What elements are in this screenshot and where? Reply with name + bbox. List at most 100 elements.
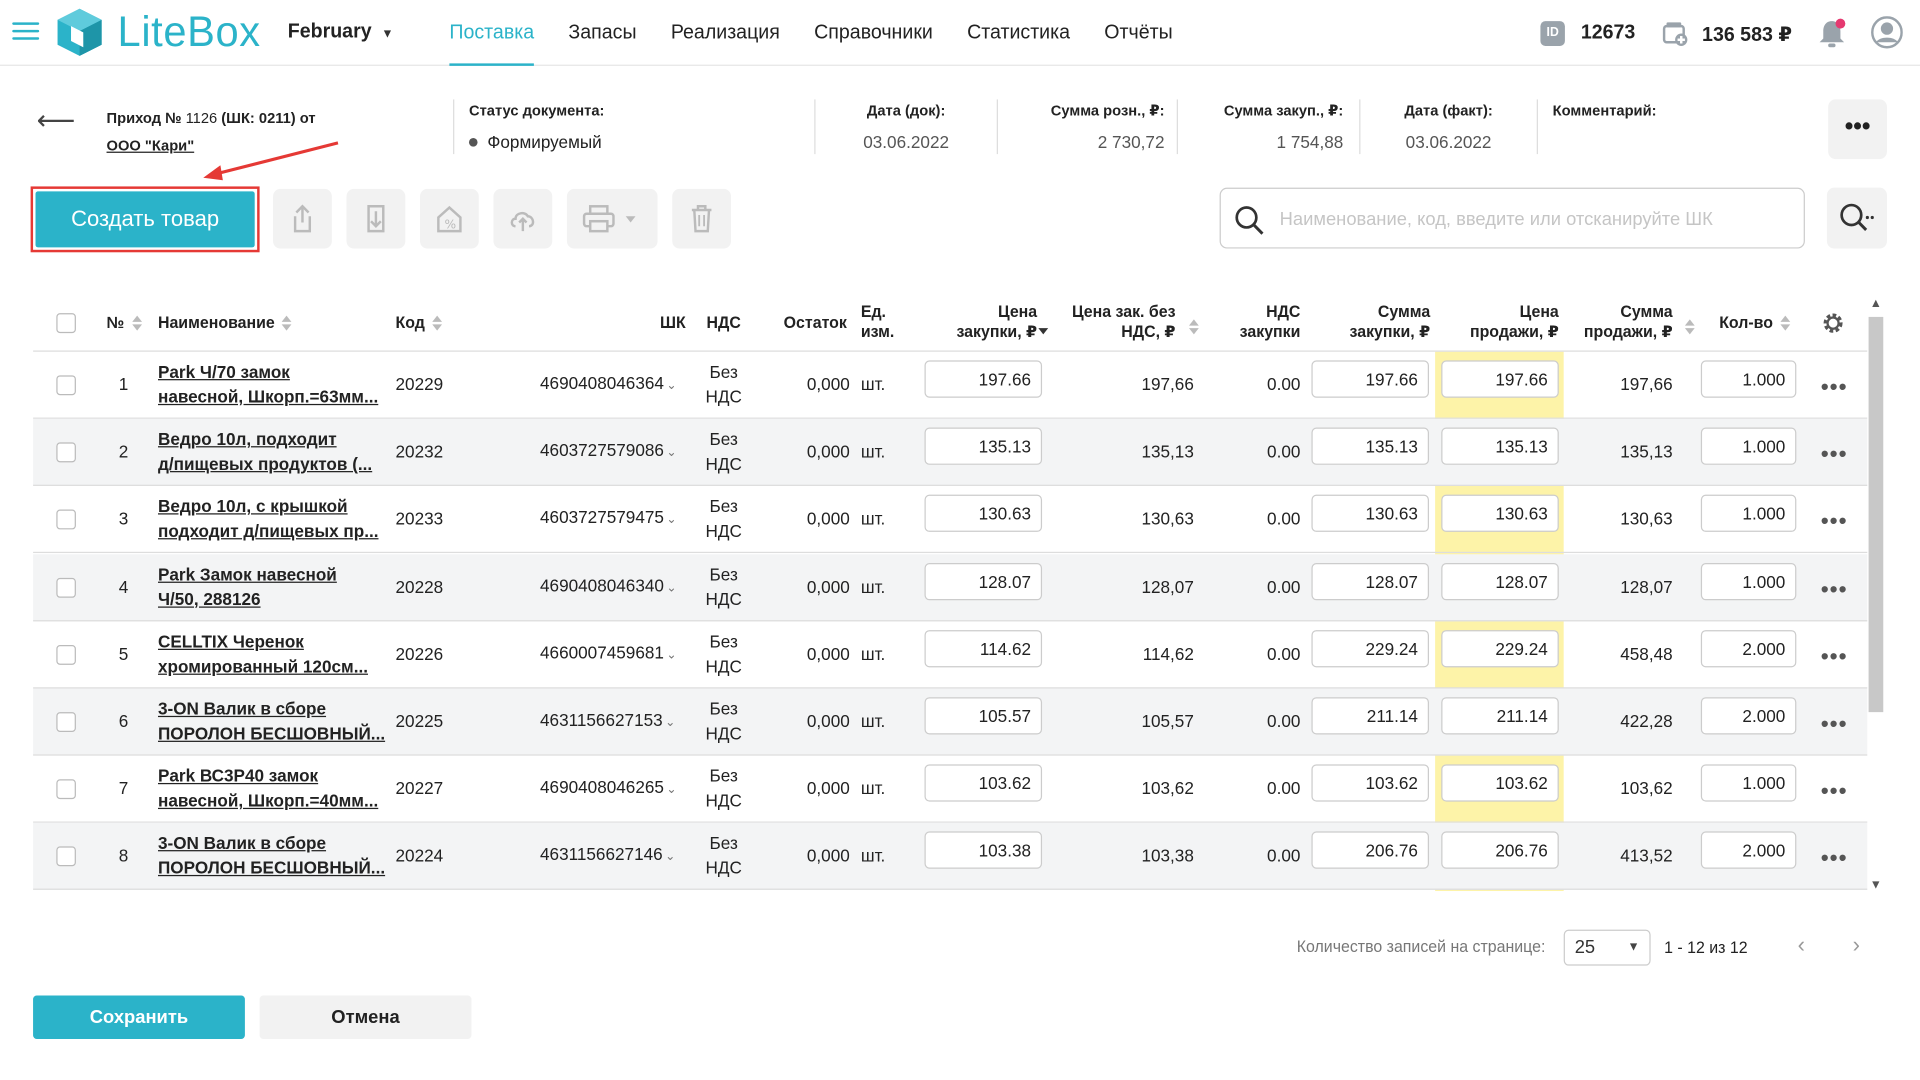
barcode-select[interactable]: 4690408046265 ⌄	[540, 777, 677, 797]
purchase-price-input[interactable]: 130.63	[924, 495, 1043, 533]
purchase-sum-input[interactable]: 206.76	[1311, 831, 1429, 870]
back-arrow-icon[interactable]: ⟵	[37, 104, 76, 136]
row-checkbox[interactable]	[56, 510, 76, 530]
print-button[interactable]	[566, 188, 658, 249]
product-name-link[interactable]: Park Ч/70 замок навесной, Шкорп.=63мм...	[158, 359, 391, 409]
delete-button[interactable]	[672, 188, 732, 249]
row-more-icon[interactable]: •••	[1821, 509, 1848, 535]
product-name-link[interactable]: Ведро 10л, подходит д/пищевых продуктов (…	[158, 427, 391, 477]
col-price-no-vat[interactable]: Цена зак. без НДС, ₽	[1059, 302, 1176, 342]
quantity-input[interactable]: 1.000	[1700, 360, 1797, 398]
supplier-link[interactable]: ООО "Кари"	[107, 137, 195, 154]
row-more-icon[interactable]: •••	[1821, 846, 1848, 872]
table-scrollbar[interactable]: ▲ ▼	[1867, 295, 1884, 895]
purchase-sum-input[interactable]: 130.63	[1311, 495, 1429, 533]
quantity-input[interactable]: 1.000	[1700, 427, 1797, 466]
user-avatar-icon[interactable]	[1871, 16, 1903, 49]
row-checkbox[interactable]	[56, 375, 76, 396]
product-name-link[interactable]: 3-ON Валик в сборе ПОРОЛОН БЕСШОВНЫЙ...	[158, 831, 391, 881]
product-name-link[interactable]: Park ВС3Р40 замок навесной, Шкорп.=40мм..…	[158, 763, 391, 813]
import-button[interactable]	[346, 188, 406, 249]
barcode-select[interactable]: 4603727579475 ⌄	[540, 508, 677, 528]
product-name-link[interactable]: CELLTIX Черенок хромированный 120см...	[158, 629, 391, 679]
product-name-link[interactable]: Park Замок навесной Ч/50, 288126	[158, 561, 391, 611]
col-qty[interactable]: Кол-во	[1719, 313, 1791, 333]
sale-price-input[interactable]: 135.13	[1441, 427, 1559, 466]
col-name[interactable]: Наименование	[158, 313, 292, 333]
row-checkbox[interactable]	[56, 712, 76, 733]
save-button[interactable]: Сохранить	[33, 995, 245, 1039]
cancel-button[interactable]: Отмена	[259, 995, 472, 1039]
row-more-icon[interactable]: •••	[1821, 644, 1848, 670]
sort-desc-icon[interactable]	[1038, 319, 1049, 335]
advanced-search-button[interactable]	[1826, 187, 1887, 249]
purchase-price-input[interactable]: 103.38	[924, 831, 1043, 870]
scroll-down-icon[interactable]: ▼	[1870, 879, 1882, 893]
sale-price-input[interactable]: 211.14	[1441, 697, 1559, 735]
barcode-select[interactable]: 4631156627146 ⌄	[540, 844, 675, 864]
search-input[interactable]	[1279, 203, 1794, 234]
product-name-link[interactable]: Ведро 10л, с крышкой подходит д/пищевых п…	[158, 494, 391, 544]
purchase-sum-input[interactable]: 103.62	[1311, 764, 1429, 802]
col-code[interactable]: Код	[396, 313, 443, 333]
per-page-select[interactable]: 25 ▼	[1563, 929, 1651, 966]
quantity-input[interactable]: 1.000	[1700, 495, 1797, 533]
purchase-sum-input[interactable]: 135.13	[1311, 427, 1429, 466]
nav-item-statistika[interactable]: Статистика	[967, 0, 1070, 66]
sale-price-input[interactable]: 197.66	[1441, 360, 1559, 398]
month-selector[interactable]: February ▼	[288, 21, 394, 43]
row-checkbox[interactable]	[56, 442, 76, 463]
scroll-up-icon[interactable]: ▲	[1870, 297, 1882, 311]
row-checkbox[interactable]	[56, 644, 76, 665]
next-page-icon[interactable]: ›	[1853, 932, 1860, 958]
row-more-icon[interactable]: •••	[1821, 778, 1848, 804]
barcode-select[interactable]: 4631156627153 ⌄	[540, 710, 675, 730]
nav-item-realizaciya[interactable]: Реализация	[671, 0, 780, 66]
col-price-purchase[interactable]: Цена закупки, ₽	[924, 302, 1037, 342]
purchase-sum-input[interactable]: 211.14	[1311, 697, 1429, 735]
sale-price-input[interactable]: 128.07	[1441, 562, 1559, 600]
scroll-thumb[interactable]	[1868, 316, 1884, 713]
document-more-button[interactable]: •••	[1828, 99, 1887, 160]
quantity-input[interactable]: 2.000	[1700, 697, 1797, 735]
cloud-upload-button[interactable]	[493, 188, 553, 249]
row-more-icon[interactable]: •••	[1821, 374, 1848, 400]
quantity-input[interactable]: 2.000	[1700, 629, 1797, 668]
purchase-price-input[interactable]: 103.62	[924, 764, 1043, 802]
logo[interactable]: LiteBox	[54, 5, 261, 60]
product-name-link[interactable]: 3-ON Валик в сборе ПОРОЛОН БЕСШОВНЫЙ...	[158, 696, 391, 746]
nav-item-zapasy[interactable]: Запасы	[568, 0, 636, 66]
burger-menu-icon[interactable]	[12, 22, 40, 42]
nav-item-spravochniki[interactable]: Справочники	[814, 0, 933, 66]
barcode-select[interactable]: 4690408046340 ⌄	[540, 575, 677, 595]
export-button[interactable]	[273, 188, 332, 249]
sort-icon[interactable]	[1188, 319, 1199, 335]
sale-price-input[interactable]: 206.76	[1441, 831, 1559, 870]
prev-page-icon[interactable]: ‹	[1798, 932, 1805, 958]
row-more-icon[interactable]: •••	[1821, 441, 1848, 467]
sale-price-input[interactable]: 229.24	[1441, 629, 1559, 668]
purchase-price-input[interactable]: 135.13	[924, 427, 1043, 466]
row-more-icon[interactable]: •••	[1821, 576, 1848, 602]
barcode-select[interactable]: 4690408046364 ⌄	[540, 373, 677, 393]
quantity-input[interactable]: 1.000	[1700, 562, 1797, 600]
col-sum-sale[interactable]: Сумма продажи, ₽	[1570, 302, 1673, 342]
barcode-select[interactable]: 4660007459681 ⌄	[540, 642, 677, 662]
purchase-sum-input[interactable]: 229.24	[1311, 629, 1429, 668]
discount-button[interactable]: %	[420, 188, 479, 249]
row-more-icon[interactable]: •••	[1821, 711, 1848, 737]
purchase-sum-input[interactable]: 197.66	[1311, 360, 1429, 398]
nav-item-otchety[interactable]: Отчёты	[1104, 0, 1172, 66]
purchase-sum-input[interactable]: 128.07	[1311, 562, 1429, 600]
row-checkbox[interactable]	[56, 846, 76, 867]
nav-item-postavka[interactable]: Поставка	[449, 0, 535, 66]
select-all-checkbox[interactable]	[56, 313, 76, 334]
purchase-price-input[interactable]: 114.62	[924, 629, 1043, 668]
purchase-price-input[interactable]: 128.07	[924, 562, 1043, 600]
row-checkbox[interactable]	[56, 577, 76, 598]
quantity-input[interactable]: 2.000	[1700, 831, 1797, 870]
sort-icon[interactable]	[1684, 319, 1695, 335]
row-checkbox[interactable]	[56, 779, 76, 800]
wallet-icon[interactable]	[1662, 20, 1689, 47]
gear-icon[interactable]	[1821, 311, 1845, 336]
